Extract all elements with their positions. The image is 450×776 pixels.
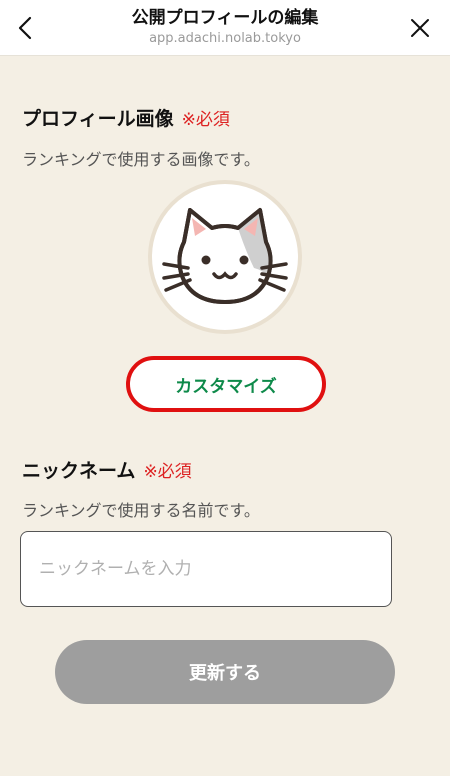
close-button[interactable]	[404, 12, 436, 44]
close-icon	[411, 19, 429, 37]
cat-face-icon	[162, 208, 288, 304]
update-button[interactable]: 更新する	[55, 640, 395, 704]
nickname-input[interactable]	[20, 531, 392, 607]
required-badge: ※必須	[181, 110, 230, 130]
profile-image-description: ランキングで使用する画像です。	[22, 150, 260, 169]
nickname-heading: ニックネーム ※必須	[22, 456, 192, 483]
avatar	[148, 180, 302, 334]
required-badge: ※必須	[143, 462, 192, 482]
header-bar: 公開プロフィールの編集 app.adachi.nolab.tokyo	[0, 0, 450, 56]
customize-button[interactable]: カスタマイズ	[126, 356, 326, 412]
profile-image-heading: プロフィール画像 ※必須	[22, 104, 230, 131]
chevron-left-icon	[18, 16, 32, 40]
header-title-group: 公開プロフィールの編集 app.adachi.nolab.tokyo	[80, 6, 370, 48]
page-title: 公開プロフィールの編集	[131, 8, 319, 28]
profile-image-title: プロフィール画像	[22, 108, 174, 130]
nickname-title: ニックネーム	[22, 460, 136, 482]
page-url: app.adachi.nolab.tokyo	[149, 31, 301, 46]
back-button[interactable]	[10, 12, 42, 44]
nickname-description: ランキングで使用する名前です。	[22, 501, 260, 520]
